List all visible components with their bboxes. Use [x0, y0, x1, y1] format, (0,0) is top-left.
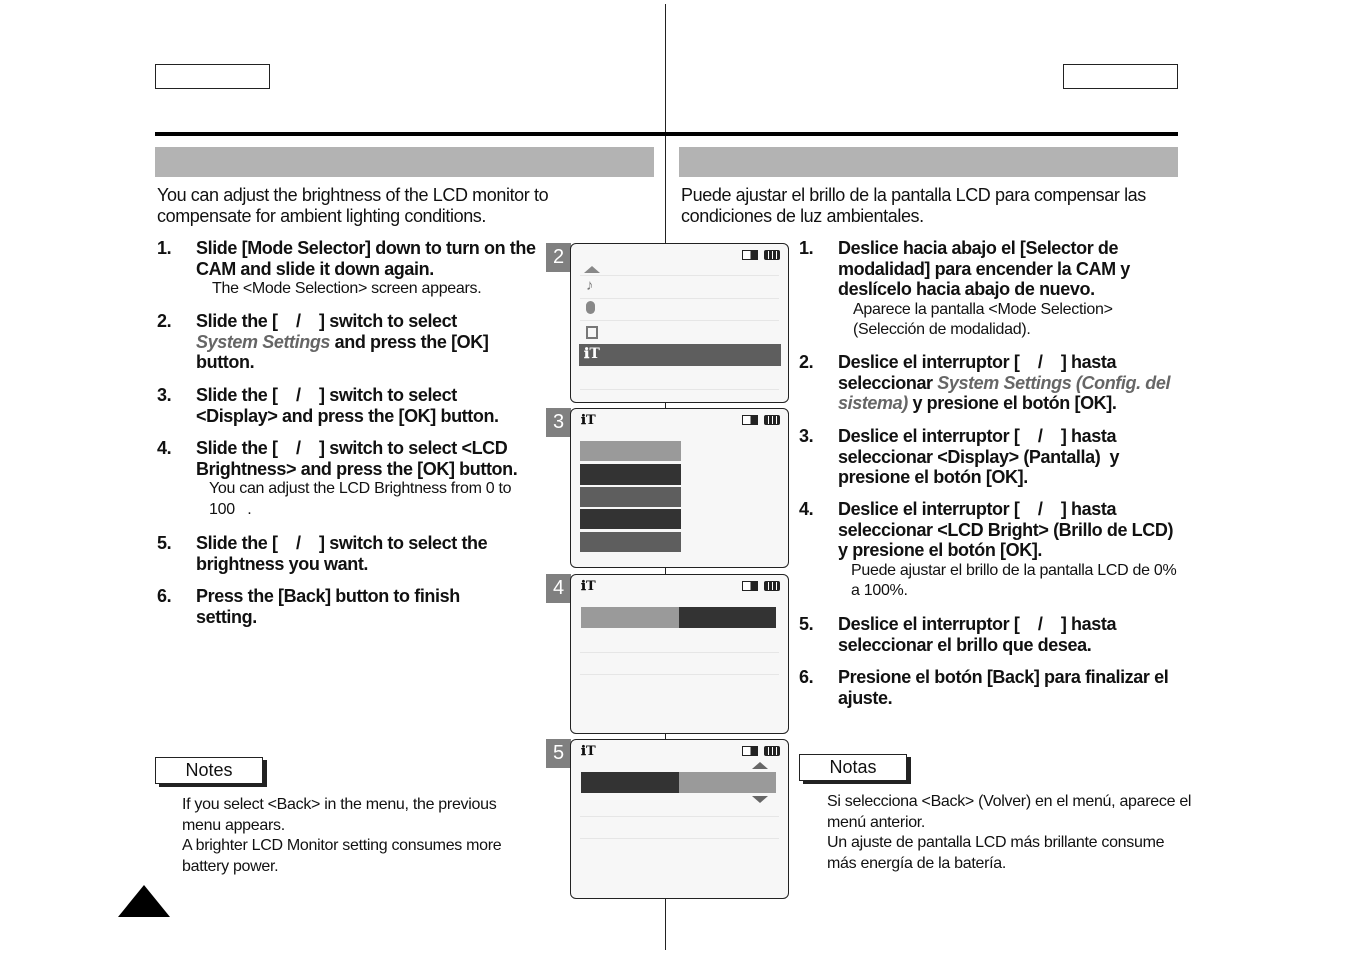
step-number: 3.	[157, 385, 172, 405]
battery-icon	[764, 746, 780, 756]
screen-badge-3: 3	[546, 408, 571, 437]
left-step-2: 2. Slide the [ / ] switch to select Syst…	[157, 311, 517, 373]
battery-icon	[764, 415, 780, 425]
menu-item[interactable]	[580, 464, 681, 485]
left-intro: You can adjust the brightness of the LCD…	[157, 185, 549, 226]
header-rule	[155, 132, 1178, 136]
right-intro: Puede ajustar el brillo de la pantalla L…	[681, 185, 1146, 226]
up-arrow-icon[interactable]	[752, 762, 768, 769]
screen-badge-4: 4	[546, 574, 571, 603]
note-item: Un ajuste de pantalla LCD más brillante …	[827, 834, 1165, 872]
row-label-area	[581, 772, 679, 793]
screen-brightness-adjust: ℹT	[570, 739, 789, 899]
battery-icon	[764, 581, 780, 591]
left-step-3: 3. Slide the [ / ] switch to select <Dis…	[157, 385, 542, 426]
step-text: Slide [Mode Selector] down to turn on th…	[196, 238, 536, 279]
menu-item[interactable]	[580, 532, 681, 552]
step-number: 3.	[799, 426, 814, 446]
left-notes: If you select <Back> in the menu, the pr…	[182, 795, 527, 877]
memory-icon	[742, 746, 758, 756]
step-note: Puede ajustar el brillo de la pantalla L…	[851, 561, 1177, 600]
step-text: Presione el botón [Back] para finalizar …	[838, 667, 1169, 708]
right-step-5: 5. Deslice el interruptor [ / ] hasta se…	[799, 614, 1159, 655]
step-text: Deslice el interruptor [ / ] hasta selec…	[838, 499, 1178, 560]
step-text: Deslice el interruptor [ / ] hasta selec…	[838, 614, 1121, 655]
step-text: Slide the [ / ] switch to select	[196, 311, 462, 331]
right-step-2: 2. Deslice el interruptor [ / ] hasta se…	[799, 352, 1174, 414]
step-number: 6.	[799, 667, 814, 687]
left-step-5: 5. Slide the [ / ] switch to select the …	[157, 533, 542, 574]
status-icons	[742, 250, 780, 260]
screen-mode-selection: ♪ ℹT	[570, 243, 789, 403]
memory-icon	[742, 250, 758, 260]
status-icons	[742, 415, 780, 425]
system-settings-icon: ℹT	[581, 413, 596, 428]
menu-item[interactable]	[580, 487, 681, 507]
status-icons	[742, 746, 780, 756]
note-item: A brighter LCD Monitor setting consumes …	[182, 837, 502, 875]
selected-row-system-settings[interactable]: ℹT	[579, 344, 781, 366]
left-step-1: 1. Slide [Mode Selector] down to turn on…	[157, 238, 542, 300]
screen-lcd-brightness-menu: ℹT	[570, 574, 789, 734]
down-arrow-icon[interactable]	[752, 796, 768, 803]
notas-label: Notas	[799, 754, 907, 781]
step-number: 1.	[799, 238, 814, 258]
right-section-bar	[679, 147, 1178, 177]
right-step-3: 3. Deslice el interruptor [ / ] hasta se…	[799, 426, 1159, 488]
step-text: Slide the [ / ] switch to select <Displa…	[196, 385, 499, 426]
step-number: 2.	[799, 352, 814, 372]
step-number: 6.	[157, 586, 172, 606]
step-text: Deslice hacia abajo el [Selector de moda…	[838, 238, 1130, 299]
memory-icon	[742, 581, 758, 591]
brightness-adjust-row[interactable]	[581, 772, 776, 793]
right-header-box	[1063, 64, 1178, 89]
right-notes: Si selecciona <Back> (Volver) en el menú…	[827, 792, 1197, 874]
battery-icon	[764, 250, 780, 260]
step-text: Press the [Back] button to finish settin…	[196, 586, 460, 627]
step-number: 5.	[157, 533, 172, 553]
note-item: Si selecciona <Back> (Volver) en el menú…	[827, 793, 1192, 831]
step-text: Slide the [ / ] switch to select <LCD Br…	[196, 438, 518, 479]
notes-label: Notes	[155, 757, 263, 784]
right-step-4: 4. Deslice el interruptor [ / ] hasta se…	[799, 499, 1178, 602]
microphone-icon	[586, 301, 595, 314]
left-step-6: 6. Press the [Back] button to finish set…	[157, 586, 487, 627]
step-number: 2.	[157, 311, 172, 331]
screen-badge-5: 5	[546, 739, 571, 768]
step-note: You can adjust the LCD Brightness from 0…	[209, 480, 516, 518]
right-step-1: 1. Deslice hacia abajo el [Selector de m…	[799, 238, 1169, 341]
step-text: Deslice el interruptor [ / ] hasta selec…	[838, 426, 1124, 487]
system-settings-icon: ℹT	[581, 579, 596, 594]
step-italic-term: System Settings	[196, 331, 331, 352]
right-step-6: 6. Presione el botón [Back] para finaliz…	[799, 667, 1179, 708]
music-icon: ♪	[586, 277, 594, 294]
row-label-area	[581, 607, 679, 628]
left-step-4: 4. Slide the [ / ] switch to select <LCD…	[157, 438, 547, 520]
menu-item[interactable]	[580, 509, 681, 529]
memory-icon	[742, 415, 758, 425]
step-note: The <Mode Selection> screen appears.	[212, 280, 482, 297]
left-section-bar	[155, 147, 654, 177]
page-corner-triangle-icon	[118, 885, 170, 917]
step-text: Slide the [ / ] switch to select the bri…	[196, 533, 492, 574]
step-number: 1.	[157, 238, 172, 258]
system-settings-icon: ℹT	[584, 346, 600, 362]
screen-display-menu: ℹT	[570, 408, 789, 568]
step-number: 4.	[157, 438, 172, 458]
note-item: If you select <Back> in the menu, the pr…	[182, 796, 497, 834]
step-text: y presione el botón [OK].	[907, 393, 1117, 413]
step-number: 5.	[799, 614, 814, 634]
status-icons	[742, 581, 780, 591]
lcd-brightness-row[interactable]	[581, 607, 776, 628]
left-header-box	[155, 64, 270, 89]
system-settings-icon: ℹT	[581, 744, 596, 759]
menu-item[interactable]	[580, 441, 681, 461]
step-note: Aparece la pantalla <Mode Selection> (Se…	[853, 300, 1113, 339]
screen-badge-2: 2	[546, 243, 571, 272]
file-icon	[586, 326, 598, 339]
up-arrow-icon	[584, 266, 600, 273]
step-number: 4.	[799, 499, 814, 519]
